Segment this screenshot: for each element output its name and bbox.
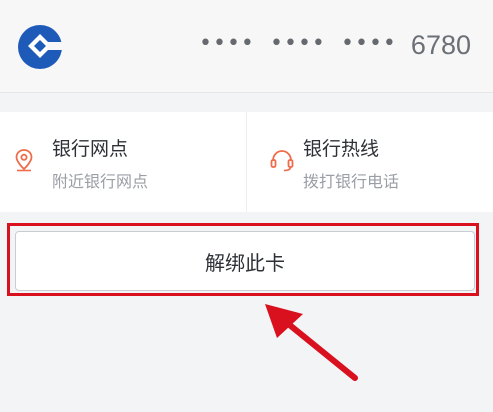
bank-hotline-subtitle: 拨打银行电话: [303, 172, 400, 191]
card-number-mask-3: ••••: [341, 31, 397, 56]
bank-hotline-entry[interactable]: 银行热线 拨打银行电话: [247, 112, 493, 212]
unbind-card-button[interactable]: 解绑此卡: [15, 231, 475, 291]
card-number-mask-1: ••••: [199, 31, 255, 56]
headset-icon: [270, 150, 294, 172]
bank-branches-subtitle: 附近银行网点: [52, 172, 149, 191]
card-detail-screen: •••• •••• •••• 6780 银行网点 附近银行网点 银行热线 拨打银…: [0, 0, 493, 412]
location-pin-icon: [15, 149, 33, 172]
card-last-four-digits: 6780: [410, 30, 471, 60]
bank-branches-entry[interactable]: 银行网点 附近银行网点: [0, 112, 247, 212]
pointer-arrow-annotation: [265, 304, 358, 381]
service-row: 银行网点 附近银行网点 银行热线 拨打银行电话: [0, 112, 493, 212]
bank-hotline-title: 银行热线: [303, 138, 380, 160]
bank-logo-icon: [18, 25, 63, 69]
bank-branches-title: 银行网点: [52, 138, 129, 160]
card-number-mask-2: ••••: [270, 31, 326, 56]
card-header: •••• •••• •••• 6780: [0, 0, 493, 93]
